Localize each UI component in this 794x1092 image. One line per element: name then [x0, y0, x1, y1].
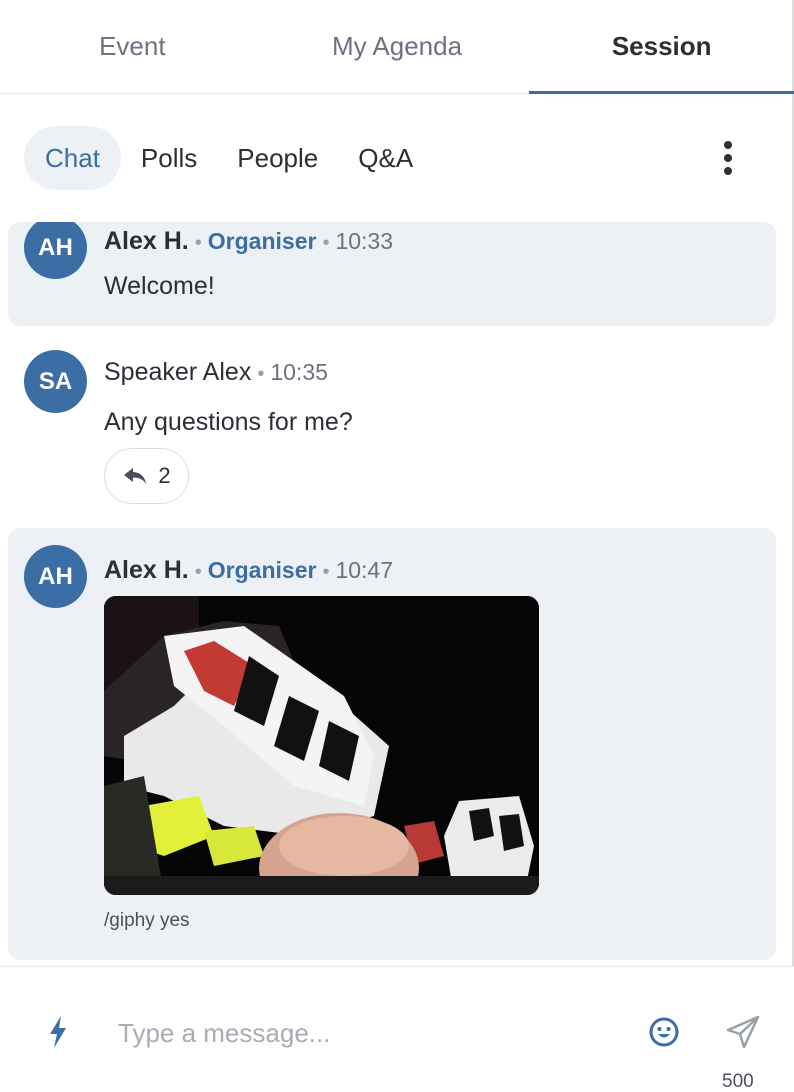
separator-dot: •	[322, 232, 330, 254]
message-author[interactable]: Alex H.	[104, 227, 189, 256]
avatar[interactable]: AH	[24, 545, 87, 608]
separator-dot: •	[322, 561, 330, 583]
separator-dot: •	[194, 232, 202, 254]
smiley-icon[interactable]	[648, 1016, 680, 1048]
chat-message: SA Speaker Alex • 10:35 Any questions fo…	[8, 340, 776, 510]
thread-replies-button[interactable]: 2	[104, 448, 189, 504]
message-header: Alex H. • Organiser • 10:47	[104, 556, 393, 585]
message-time: 10:35	[270, 359, 328, 385]
gif-image[interactable]	[104, 596, 539, 895]
gif-caption: /giphy yes	[104, 910, 190, 931]
reply-arrow-icon	[124, 468, 147, 484]
avatar[interactable]: SA	[24, 350, 87, 413]
character-counter: 500	[722, 1071, 754, 1092]
message-composer: 500	[0, 966, 794, 1092]
role-badge: Organiser	[207, 228, 317, 254]
top-tab-bar: Event My Agenda Session	[0, 0, 794, 94]
tab-session[interactable]: Session	[529, 0, 794, 94]
message-text: Welcome!	[104, 272, 215, 300]
avatar[interactable]: AH	[24, 222, 87, 279]
message-header: Alex H. • Organiser • 10:33	[104, 227, 393, 256]
subtab-chat[interactable]: Chat	[24, 126, 121, 190]
send-paper-plane-icon[interactable]	[724, 1013, 762, 1051]
subtab-polls[interactable]: Polls	[121, 126, 217, 190]
role-badge: Organiser	[207, 557, 317, 583]
message-header: Speaker Alex • 10:35	[104, 358, 328, 387]
chat-message-list[interactable]: AH Alex H. • Organiser • 10:33 Welcome! …	[0, 222, 794, 964]
chat-message: AH Alex H. • Organiser • 10:33 Welcome!	[8, 222, 776, 326]
lightning-bolt-icon[interactable]	[46, 1015, 70, 1049]
subtab-people[interactable]: People	[217, 126, 338, 190]
message-input[interactable]	[118, 1013, 618, 1053]
tab-my-agenda[interactable]: My Agenda	[265, 0, 530, 93]
separator-dot: •	[194, 561, 202, 583]
gif-scene	[104, 596, 539, 895]
message-time: 10:33	[335, 228, 394, 254]
chat-message: AH Alex H. • Organiser • 10:47 /giphy ye…	[8, 528, 776, 960]
subtab-qa[interactable]: Q&A	[338, 126, 433, 190]
message-author[interactable]: Alex H.	[104, 556, 189, 585]
more-options-icon[interactable]	[712, 137, 744, 179]
session-sub-tabs: Chat Polls People Q&A	[24, 126, 433, 190]
reply-count: 2	[158, 463, 171, 488]
message-time: 10:47	[335, 557, 394, 583]
separator-dot: •	[257, 363, 265, 385]
tab-event[interactable]: Event	[0, 0, 265, 93]
message-author[interactable]: Speaker Alex	[104, 358, 251, 387]
message-text: Any questions for me?	[104, 408, 353, 436]
